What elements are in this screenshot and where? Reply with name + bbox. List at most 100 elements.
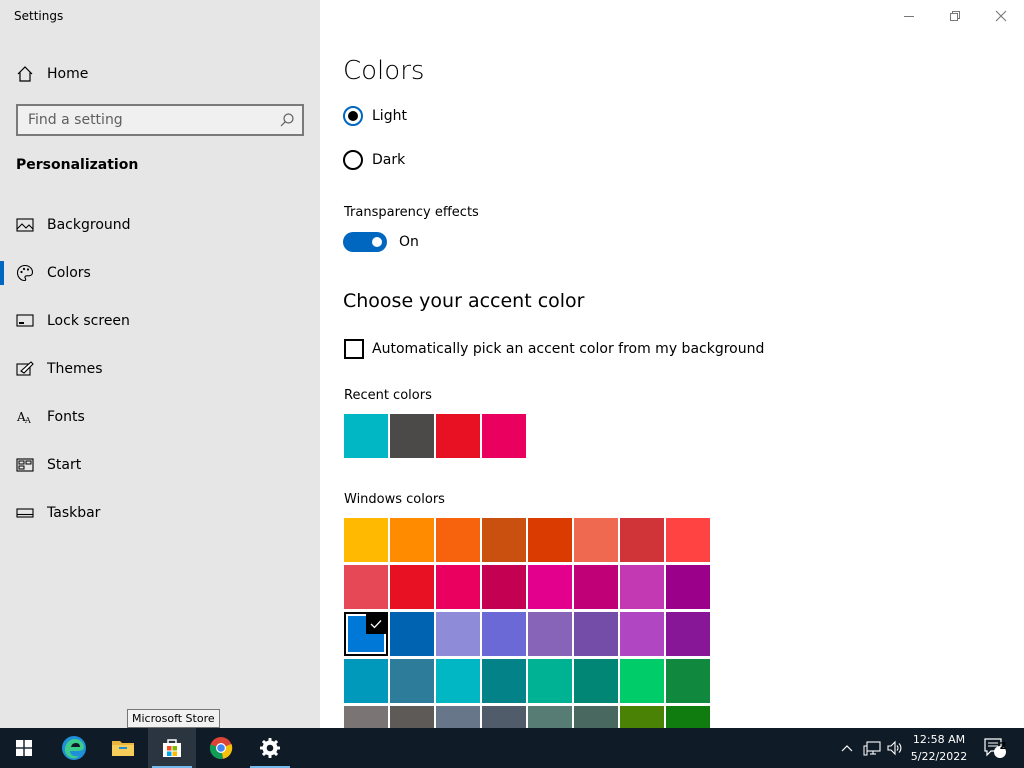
windows-colors-label: Windows colors [344,492,445,507]
taskbar-file-explorer[interactable] [99,728,147,768]
recent-color-swatch[interactable] [390,414,434,458]
nav-home[interactable]: Home [0,56,320,92]
sidebar-item-label: Lock screen [47,313,130,329]
color-swatch[interactable] [344,612,388,656]
recent-colors [344,414,528,458]
restore-icon [950,11,960,21]
color-swatch[interactable] [436,612,480,656]
color-swatch[interactable] [620,659,664,703]
radio-dark-label: Dark [372,152,406,168]
taskbar: 12:58 AM 5/22/2022 2 [0,728,1024,768]
sidebar-item-fonts[interactable]: AA Fonts [0,393,320,441]
search-icon[interactable] [279,112,295,128]
nav-home-label: Home [47,66,89,82]
color-swatch[interactable] [666,612,710,656]
page-title: Colors [343,56,425,86]
app-title: Settings [14,9,64,23]
color-swatch[interactable] [666,659,710,703]
color-swatch[interactable] [390,612,434,656]
color-swatch[interactable] [574,659,618,703]
chrome-icon [209,737,233,759]
transparency-toggle[interactable] [343,232,387,252]
sidebar-item-label: Fonts [47,409,85,425]
color-swatch[interactable] [574,565,618,609]
color-swatch[interactable] [574,706,618,728]
color-swatch[interactable] [482,659,526,703]
auto-accent-checkbox[interactable] [344,339,364,359]
network-button[interactable] [860,728,884,768]
sidebar-item-label: Taskbar [47,505,101,521]
color-swatch[interactable] [436,565,480,609]
color-swatch[interactable] [482,565,526,609]
color-swatch-row [344,518,712,562]
action-center-button[interactable]: 2 [980,728,1010,768]
color-swatch[interactable] [344,565,388,609]
color-swatch[interactable] [528,659,572,703]
show-hidden-icons-button[interactable] [836,728,858,768]
color-swatch[interactable] [574,612,618,656]
window-controls [886,0,1024,32]
color-swatch[interactable] [528,612,572,656]
sidebar-item-lock-screen[interactable]: Lock screen [0,297,320,345]
color-swatch[interactable] [390,565,434,609]
sidebar-item-start[interactable]: Start [0,441,320,489]
radio-dark-control[interactable] [343,150,363,170]
minimize-button[interactable] [886,0,932,32]
color-swatch[interactable] [390,706,434,728]
color-swatch[interactable] [528,565,572,609]
taskbar-tooltip: Microsoft Store [127,709,220,728]
palette-icon [15,263,35,283]
color-swatch[interactable] [666,565,710,609]
color-swatch[interactable] [436,659,480,703]
color-swatch-row [344,659,712,703]
recent-color-swatch[interactable] [436,414,480,458]
colors-page: Colors Light Dark Transparency effects O… [320,0,1024,728]
color-swatch[interactable] [620,518,664,562]
color-swatch[interactable] [666,706,710,728]
radio-dark[interactable]: Dark [343,150,405,170]
restore-button[interactable] [932,0,978,32]
sidebar-item-colors[interactable]: Colors [0,249,320,297]
color-swatch[interactable] [390,518,434,562]
recent-color-swatch[interactable] [344,414,388,458]
sidebar-item-taskbar[interactable]: Taskbar [0,489,320,537]
color-swatch[interactable] [620,565,664,609]
taskbar-microsoft-store[interactable] [148,728,196,768]
color-swatch[interactable] [436,518,480,562]
file-explorer-icon [112,741,134,756]
transparency-toggle-row[interactable]: On [343,232,419,252]
color-swatch[interactable] [344,659,388,703]
color-swatch[interactable] [666,518,710,562]
taskbar-edge[interactable] [50,728,98,768]
radio-light-control[interactable] [343,106,363,126]
color-swatch[interactable] [344,706,388,728]
sidebar-item-background[interactable]: Background [0,201,320,249]
taskbar-clock[interactable]: 12:58 AM 5/22/2022 [906,731,972,765]
taskbar-chrome[interactable] [197,728,245,768]
taskbar-settings[interactable] [246,728,294,768]
color-swatch[interactable] [620,612,664,656]
color-swatch[interactable] [528,706,572,728]
sidebar-item-label: Colors [47,265,91,281]
color-swatch[interactable] [344,518,388,562]
color-swatch[interactable] [482,612,526,656]
sidebar-item-label: Themes [47,361,103,377]
color-swatch[interactable] [528,518,572,562]
color-swatch[interactable] [482,518,526,562]
recent-color-swatch[interactable] [482,414,526,458]
sidebar-item-label: Start [47,457,82,473]
auto-accent-row[interactable]: Automatically pick an accent color from … [344,339,764,359]
color-swatch[interactable] [436,706,480,728]
volume-button[interactable] [884,728,906,768]
color-swatch[interactable] [620,706,664,728]
search-input[interactable] [28,112,274,128]
search-box[interactable] [16,104,304,136]
accent-heading: Choose your accent color [343,290,585,312]
start-button[interactable] [0,728,48,768]
color-swatch[interactable] [574,518,618,562]
close-button[interactable] [978,0,1024,32]
color-swatch[interactable] [390,659,434,703]
radio-light[interactable]: Light [343,106,407,126]
sidebar-item-themes[interactable]: Themes [0,345,320,393]
color-swatch[interactable] [482,706,526,728]
